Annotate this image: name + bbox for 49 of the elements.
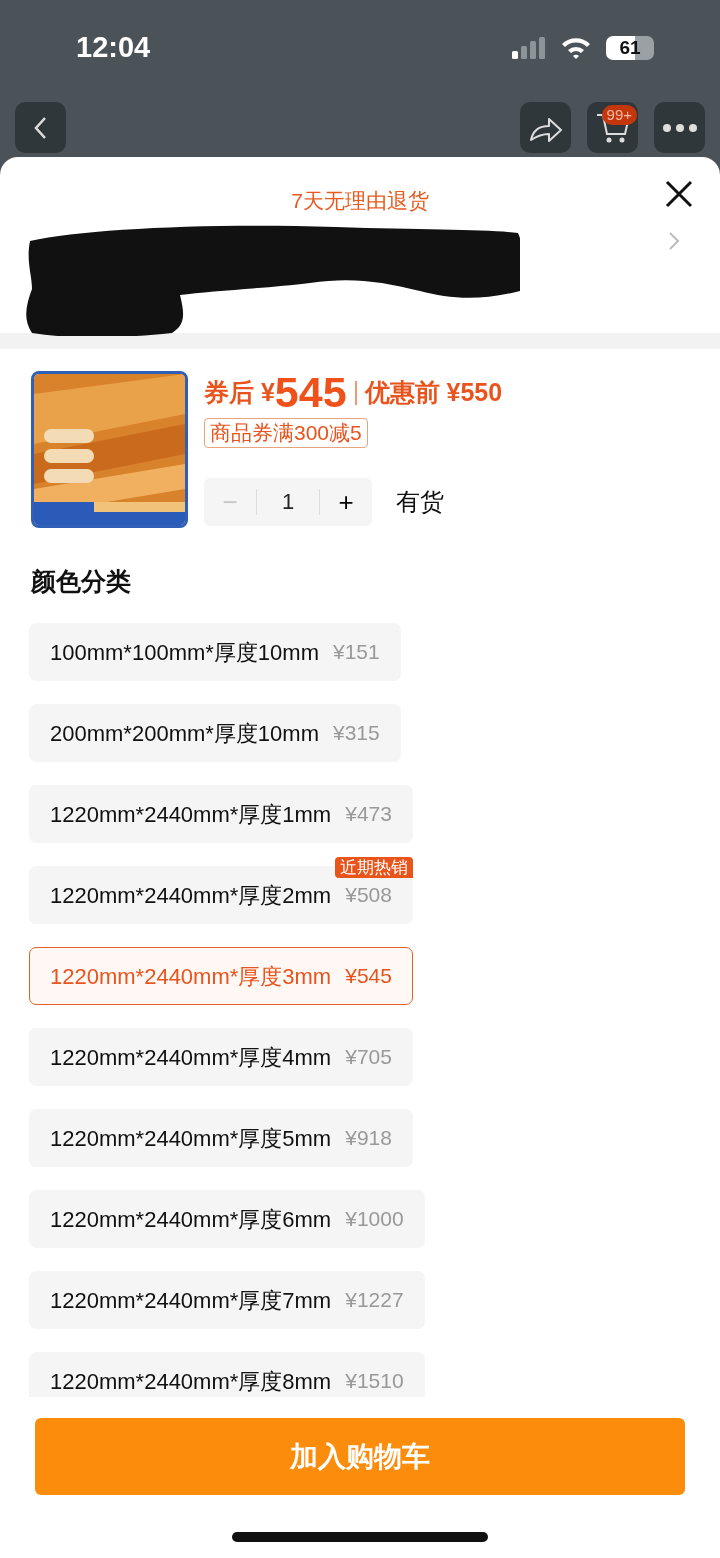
- option-price: ¥1227: [345, 1287, 404, 1314]
- more-icon: [661, 122, 698, 133]
- option-chip[interactable]: 1220mm*2440mm*厚度3mm ¥545: [29, 947, 413, 1005]
- option-chip[interactable]: 1220mm*2440mm*厚度8mm ¥1510: [29, 1352, 425, 1397]
- coupon-price: 545: [274, 371, 347, 414]
- battery-level: 61: [606, 35, 654, 60]
- option-chip[interactable]: 1220mm*2440mm*厚度1mm ¥473: [29, 785, 413, 843]
- share-button[interactable]: [520, 102, 571, 153]
- option-label: 1220mm*2440mm*厚度6mm: [50, 1205, 332, 1234]
- option-label: 1220mm*2440mm*厚度5mm: [50, 1124, 332, 1153]
- option-price: ¥1000: [345, 1206, 404, 1233]
- option-label: 1220mm*2440mm*厚度3mm: [50, 962, 332, 991]
- section-title: 颜色分类: [29, 566, 132, 597]
- option-chip[interactable]: 1220mm*2440mm*厚度7mm ¥1227: [29, 1271, 425, 1329]
- clock-time: 12:04: [76, 29, 151, 65]
- more-button[interactable]: [654, 102, 705, 153]
- option-chip[interactable]: 1220mm*2440mm*厚度4mm ¥705: [29, 1028, 413, 1086]
- option-price: ¥151: [332, 639, 380, 666]
- option-chip[interactable]: 200mm*200mm*厚度10mm ¥315: [29, 704, 401, 762]
- option-price: ¥705: [345, 1044, 392, 1071]
- option-price: ¥473: [345, 801, 392, 828]
- plus-button[interactable]: +: [320, 482, 372, 522]
- hot-sale-badge: 近期热销: [334, 857, 413, 878]
- coupon-tag: 商品券满300减5: [204, 418, 368, 448]
- original-price: 优惠前 ¥550: [364, 376, 503, 408]
- option-label: 1220mm*2440mm*厚度8mm: [50, 1367, 332, 1396]
- wifi-icon: [560, 35, 592, 60]
- option-label: 1220mm*2440mm*厚度4mm: [50, 1043, 332, 1072]
- return-policy-title: 7天无理由退货: [290, 188, 430, 213]
- option-price: ¥1510: [345, 1368, 404, 1395]
- option-price: ¥918: [345, 1125, 392, 1152]
- quantity-value: 1: [256, 489, 320, 515]
- option-label: 1220mm*2440mm*厚度1mm: [50, 800, 332, 829]
- price-label: 券后 ¥: [204, 376, 275, 406]
- option-price: ¥545: [345, 963, 392, 990]
- option-label: 100mm*100mm*厚度10mm: [50, 638, 319, 667]
- back-button[interactable]: [15, 102, 66, 153]
- option-label: 1220mm*2440mm*厚度7mm: [50, 1286, 332, 1315]
- close-button[interactable]: [664, 179, 694, 209]
- option-label: 1220mm*2440mm*厚度2mm: [50, 881, 332, 910]
- option-chip[interactable]: 1220mm*2440mm*厚度5mm ¥918: [29, 1109, 413, 1167]
- option-label: 200mm*200mm*厚度10mm: [50, 719, 319, 748]
- cart-count-badge: 99+: [601, 105, 637, 125]
- option-price: ¥508: [345, 882, 392, 909]
- stock-status: 有货: [396, 487, 444, 517]
- option-price: ¥315: [332, 720, 380, 747]
- option-chip[interactable]: 1220mm*2440mm*厚度6mm ¥1000: [29, 1190, 425, 1248]
- signal-icon: [512, 36, 546, 59]
- option-chip[interactable]: 100mm*100mm*厚度10mm ¥151: [29, 623, 401, 681]
